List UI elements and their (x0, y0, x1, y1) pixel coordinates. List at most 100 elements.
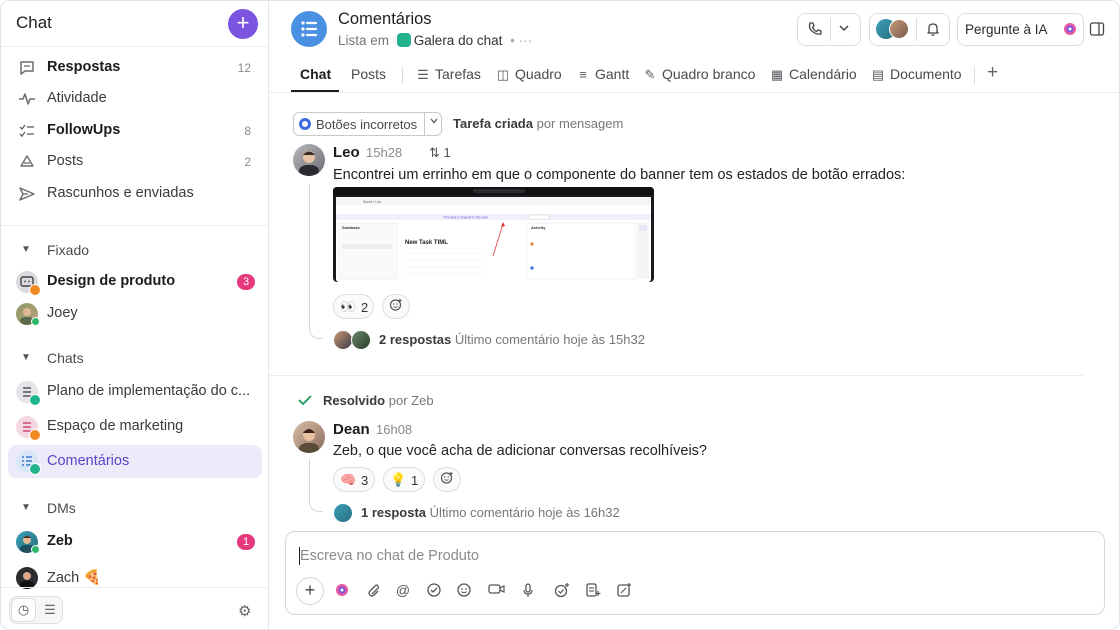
panel-toggle-icon[interactable] (1089, 21, 1105, 40)
caret-down-icon: ▼ (21, 352, 31, 363)
task-created-suffix: por mensagem (536, 116, 624, 131)
avatar[interactable] (293, 421, 325, 453)
tab-documento[interactable]: ▤ Documento (870, 66, 962, 83)
resolved-line: Resolvido por Zeb (323, 393, 434, 408)
reaction-brain[interactable]: 🧠 3 (333, 467, 375, 492)
sidebar-item-rascunhos[interactable]: Rascunhos e enviadas (1, 179, 269, 209)
megaphone-icon (17, 153, 37, 173)
thread-replies[interactable]: 2 respostas Último comentário hoje às 15… (379, 332, 645, 347)
add-task-icon[interactable] (553, 582, 571, 601)
tab-quadro[interactable]: ◫ Quadro (495, 66, 562, 83)
emoji-icon[interactable] (455, 582, 473, 601)
replies-count: 1 resposta (361, 505, 427, 520)
tab-gantt[interactable]: ≡ Gantt (575, 66, 629, 82)
section-label: Fixado (47, 242, 90, 258)
thread-replies[interactable]: 1 resposta Último comentário hoje às 16h… (361, 505, 620, 520)
tab-quadro-branco[interactable]: ✎ Quadro branco (642, 66, 756, 83)
message-composer[interactable]: Escreva no chat de Produto + @ (285, 531, 1105, 615)
members-button[interactable] (869, 13, 950, 46)
mention-icon[interactable]: @ (394, 582, 412, 598)
message-author[interactable]: Dean (333, 421, 370, 438)
video-icon[interactable] (488, 582, 506, 599)
tab-chat[interactable]: Chat (300, 66, 331, 82)
attached-screenshot[interactable]: Sprint / List This task is shared to the… (333, 187, 654, 282)
sidebar-item-respostas[interactable]: Respostas 12 (1, 53, 269, 83)
microphone-icon[interactable] (519, 582, 537, 601)
sidebar-title: Chat (16, 13, 52, 32)
tab-label: Posts (351, 66, 387, 82)
call-button[interactable] (797, 13, 861, 46)
assign-arrow-icon: ⇅ (429, 145, 440, 160)
section-chats[interactable]: ▼ Chats (1, 347, 269, 371)
composer-placeholder[interactable]: Escreva no chat de Produto (300, 548, 479, 564)
space-badge-icon (29, 394, 41, 406)
tab-separator (974, 67, 975, 84)
reaction-emoji: 🧠 (340, 472, 357, 487)
channel-avatar (16, 416, 41, 441)
task-status-select[interactable]: Botões incorretos (293, 112, 442, 136)
assigned-indicator[interactable]: ⇅ 1 (429, 145, 451, 161)
stacked-view-icon[interactable]: ☰ (38, 598, 62, 622)
avatar[interactable] (293, 144, 325, 176)
space-badge-icon (29, 429, 41, 441)
section-label: DMs (47, 500, 76, 516)
tab-tarefas[interactable]: ☰ Tarefas (415, 66, 481, 83)
message-author[interactable]: Leo (333, 144, 360, 161)
sidebar-item-followups[interactable]: FollowUps 8 (1, 116, 269, 146)
avatar (16, 531, 40, 554)
reaction-bulb[interactable]: 💡 1 (383, 467, 425, 492)
tab-label: Chat (300, 66, 332, 82)
gear-icon[interactable]: ⚙ (238, 602, 251, 620)
page-title: Comentários (338, 10, 432, 28)
sidebar-item-label: Posts (47, 153, 84, 169)
online-status-dot (31, 317, 40, 326)
new-chat-button[interactable]: + (228, 9, 258, 39)
activity-pulse-icon (17, 90, 37, 110)
sidebar-item-label: Comentários (47, 453, 130, 469)
ai-sparkle-icon (1062, 21, 1078, 41)
phone-icon (807, 21, 823, 41)
ask-ai-button[interactable]: Pergunte à IA (957, 13, 1084, 46)
tab-calendario[interactable]: ▦ Calendário (769, 66, 857, 83)
sidebar: Chat + Respostas 12 Atividade FollowUps … (1, 1, 269, 629)
sidebar-item-joey[interactable]: Joey (1, 299, 269, 329)
sidebar-item-design-de-produto[interactable]: Design de produto 3 (1, 267, 269, 297)
reaction-count: 2 (361, 300, 369, 315)
clock-icon[interactable]: ◷ (11, 598, 36, 622)
section-dms[interactable]: ▼ DMs (1, 497, 269, 521)
add-doc-icon[interactable] (584, 582, 602, 601)
sidebar-item-posts[interactable]: Posts 2 (1, 147, 269, 177)
sidebar-item-atividade[interactable]: Atividade (1, 84, 269, 114)
sidebar-item-label: Rascunhos e enviadas (47, 185, 194, 201)
chat-bubble-icon (17, 59, 37, 79)
tab-posts[interactable]: Posts (351, 66, 386, 82)
add-view-button[interactable]: + (987, 62, 998, 84)
sidebar-item-plano-de-implementacao[interactable]: Plano de implementação do c... (1, 377, 269, 407)
section-fixado[interactable]: ▼ Fixado (1, 239, 269, 263)
assign-count: 1 (443, 145, 451, 160)
sidebar-item-label: Joey (47, 305, 78, 321)
ai-sparkle-icon[interactable] (333, 582, 351, 601)
tab-label: Gantt (595, 66, 630, 82)
check-circle-icon[interactable] (425, 582, 443, 601)
more-dots-icon[interactable]: • ··· (510, 33, 532, 48)
paperclip-icon[interactable] (364, 582, 382, 601)
caret-down-icon: ▼ (21, 244, 31, 255)
replies-last: Último comentário hoje às 15h32 (454, 332, 645, 347)
add-reaction-button[interactable] (433, 467, 461, 492)
reaction-eyes[interactable]: 👀 2 (333, 294, 374, 319)
add-whiteboard-icon[interactable] (615, 582, 633, 601)
sidebar-item-espaco-de-marketing[interactable]: Espaço de marketing (1, 412, 269, 442)
calendar-icon: ▦ (770, 67, 784, 82)
reaction-emoji: 👀 (340, 299, 357, 314)
space-icon (396, 33, 411, 47)
add-reaction-button[interactable] (382, 294, 410, 319)
sidebar-item-zeb[interactable]: Zeb 1 (1, 527, 269, 557)
resolved-label: Resolvido (323, 393, 386, 408)
sidebar-item-label: Atividade (47, 90, 107, 106)
sidebar-item-comentarios[interactable]: Comentários (8, 445, 262, 478)
check-icon (297, 392, 313, 411)
add-attachment-button[interactable]: + (296, 577, 324, 605)
online-status-dot (31, 545, 40, 554)
breadcrumb-space[interactable]: Galera do chat (414, 33, 503, 48)
